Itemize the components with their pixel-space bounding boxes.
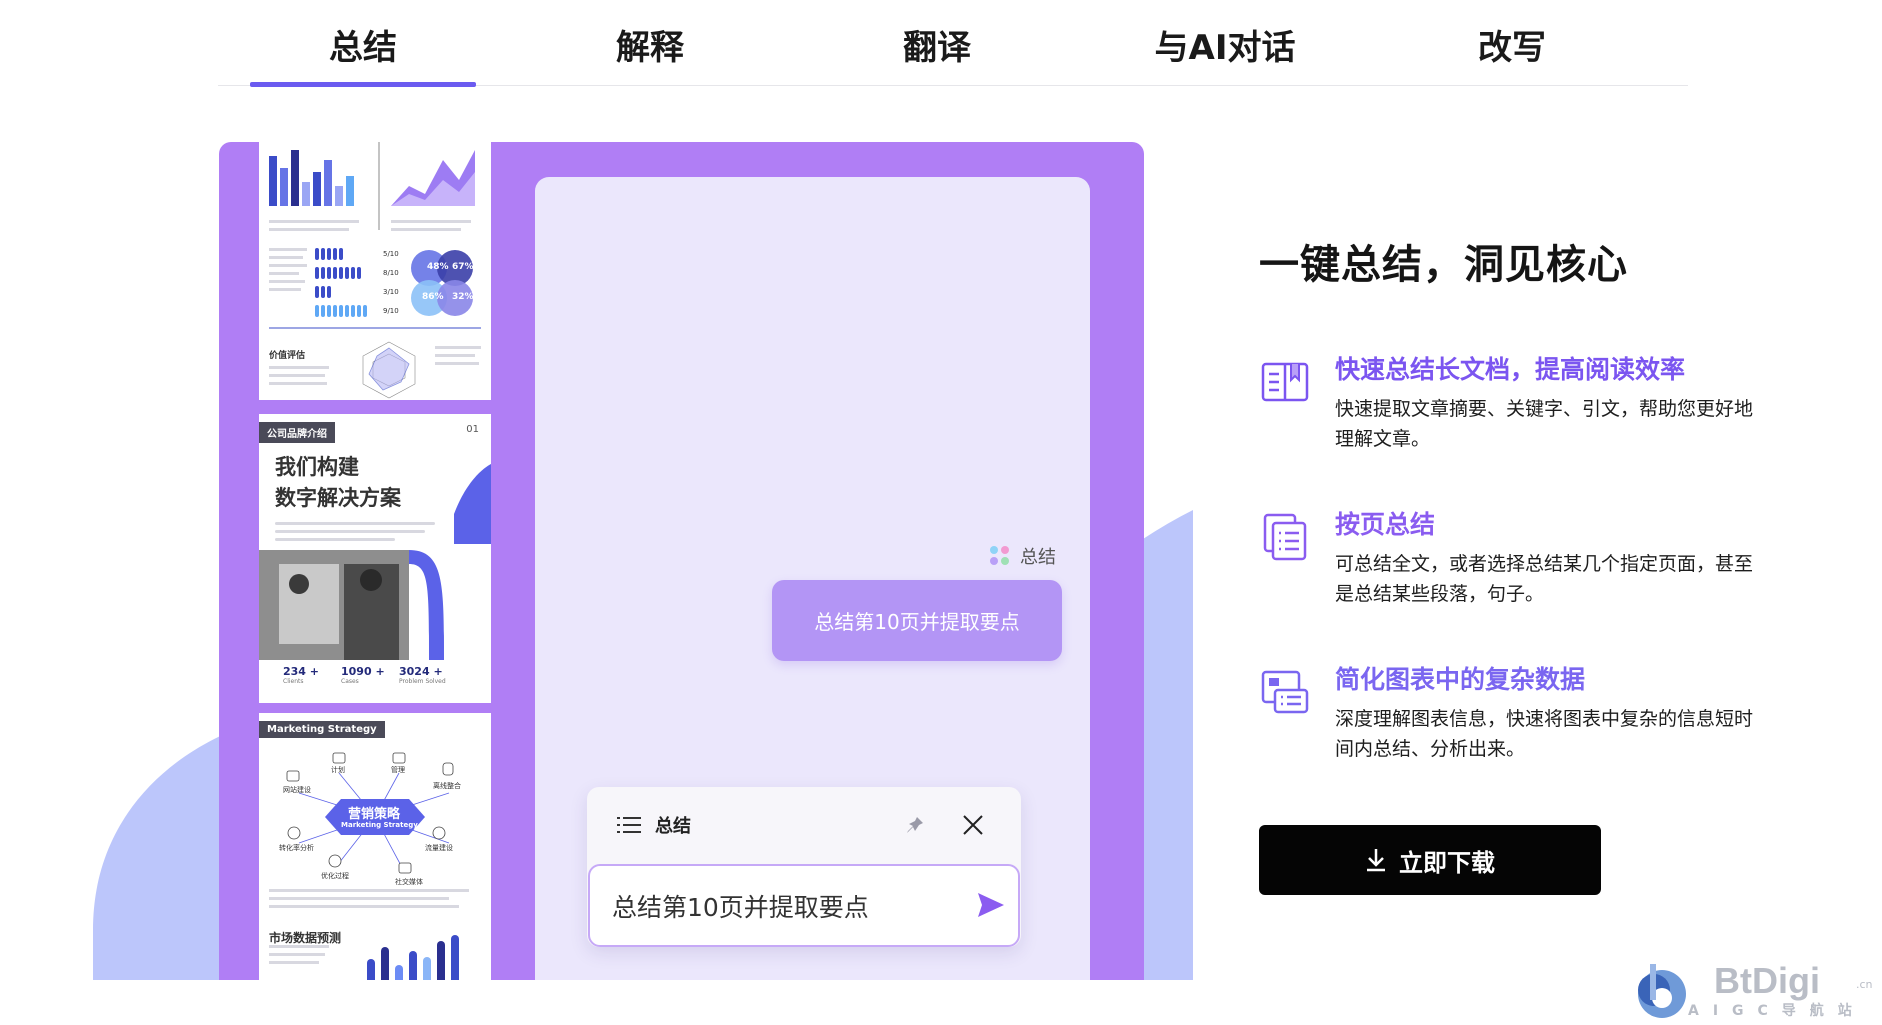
tab-explain[interactable]: 解释 — [537, 20, 763, 86]
value-assessment-label: 价值评估 — [269, 351, 306, 361]
percent-label: 48% — [427, 262, 449, 272]
pages-icon — [1263, 513, 1307, 561]
percent-label: 32% — [452, 292, 474, 302]
download-label: 立即下载 — [1399, 848, 1495, 877]
feature-title: 按页总结 — [1335, 510, 1436, 539]
tab-chat-with-ai[interactable]: 与AI对话 — [1112, 20, 1338, 86]
ratio-label: 8/10 — [383, 269, 399, 277]
tab-label: 与AI对话 — [1154, 28, 1296, 68]
node-label: 优化过程 — [321, 872, 349, 880]
stat-problems: 3024 + Problem Solved — [399, 665, 446, 685]
node-label: 计划 — [331, 766, 345, 774]
tab-translate[interactable]: 翻译 — [824, 20, 1050, 86]
assistant-label: 总结 — [990, 543, 1056, 569]
composer-input-value: 总结第10页并提取要点 — [612, 892, 869, 922]
download-button[interactable]: 立即下载 — [1259, 825, 1601, 895]
feature-chart-simplify: 简化图表中的复杂数据 深度理解图表信息，快速将图表中复杂的信息短时间内总结、分析… — [1259, 660, 1759, 780]
doc-page-charts: 48% 67% 86% 32% 5/10 8/10 3/10 9/10 价值评估 — [259, 142, 491, 400]
feature-fast-summary: 快速总结长文档，提高阅读效率 快速提取文章摘要、关键字、引文，帮助您更好地理解文… — [1259, 350, 1759, 470]
list-icon — [617, 817, 641, 833]
node-label: 流量建设 — [425, 844, 453, 852]
feature-title: 快速总结长文档，提高阅读效率 — [1335, 355, 1686, 384]
user-message-bubble: 总结第10页并提取要点 — [772, 580, 1062, 661]
pin-icon[interactable] — [901, 811, 929, 839]
feature-description: 可总结全文，或者选择总结某几个指定页面，甚至是总结某些段落，句子。 — [1335, 553, 1754, 605]
node-label: 转化率分析 — [279, 844, 314, 852]
ratio-label: 3/10 — [383, 288, 399, 296]
composer-input[interactable]: 总结第10页并提取要点 — [588, 864, 1020, 947]
composer-title: 总结 — [655, 816, 691, 837]
doc-graphics — [259, 464, 491, 660]
tab-label: 解释 — [616, 28, 684, 68]
watermark-brand: BtDigi — [1714, 960, 1820, 1001]
feature-title: 简化图表中的复杂数据 — [1335, 665, 1586, 694]
doc-page-brand-intro: 公司品牌介绍 01 我们构建 数字解决方案 234 + Clients 1090… — [259, 414, 491, 703]
node-label: 管理 — [391, 766, 405, 774]
feature-page-summary: 按页总结 可总结全文，或者选择总结某几个指定页面，甚至是总结某些段落，句子。 — [1259, 505, 1759, 625]
download-icon — [1367, 849, 1385, 872]
doc-page-marketing: Marketing Strategy 营销策略 Marketing Strate… — [259, 713, 491, 980]
market-forecast-title: 市场数据预测 — [269, 931, 342, 945]
assistant-logo-icon — [990, 546, 1010, 566]
send-icon[interactable] — [977, 891, 1005, 919]
watermark-subtitle: AIGC导航站 — [1688, 1003, 1866, 1019]
active-tab-indicator — [250, 82, 476, 87]
tab-rewrite[interactable]: 改写 — [1399, 20, 1625, 86]
tab-label: 总结 — [329, 28, 397, 68]
chat-composer: 总结 总结第10页并提取要点 — [587, 787, 1021, 947]
chart-doc-icon — [1261, 670, 1309, 714]
node-label: 网站建设 — [283, 786, 311, 794]
watermark-logo-icon — [1638, 964, 1686, 1018]
watermark-tld: .cn — [1856, 978, 1873, 991]
composer-header: 总结 — [587, 787, 1021, 863]
stat-cases: 1090 + Cases — [341, 665, 385, 685]
feature-description: 快速提取文章摘要、关键字、引文，帮助您更好地理解文章。 — [1335, 398, 1754, 450]
feature-description: 深度理解图表信息，快速将图表中复杂的信息短时间内总结、分析出来。 — [1335, 708, 1754, 760]
node-label: 社交媒体 — [395, 878, 423, 886]
percent-label: 86% — [422, 292, 444, 302]
stat-clients: 234 + Clients — [283, 665, 320, 685]
assistant-label-text: 总结 — [1020, 547, 1056, 568]
tab-label: 翻译 — [903, 28, 971, 68]
node-label: 离线整合 — [433, 782, 461, 790]
book-icon — [1261, 362, 1309, 402]
tab-label: 改写 — [1478, 28, 1546, 68]
document-thumbnails: 48% 67% 86% 32% 5/10 8/10 3/10 9/10 价值评估… — [259, 142, 491, 980]
percent-label: 67% — [452, 262, 474, 272]
site-watermark: BtDigi .cn AIGC导航站 — [1628, 958, 1878, 1024]
marketing-center-subtitle: Marketing Strategy — [341, 821, 418, 829]
tab-summarize[interactable]: 总结 — [250, 20, 476, 87]
marketing-center-title: 营销策略 — [348, 807, 401, 822]
ratio-label: 5/10 — [383, 250, 399, 258]
ratio-label: 9/10 — [383, 307, 399, 315]
close-icon[interactable] — [959, 811, 987, 839]
page-headline: 一键总结，洞见核心 — [1259, 242, 1628, 288]
feature-tabs: 总结 解释 翻译 与AI对话 改写 — [218, 0, 1688, 87]
